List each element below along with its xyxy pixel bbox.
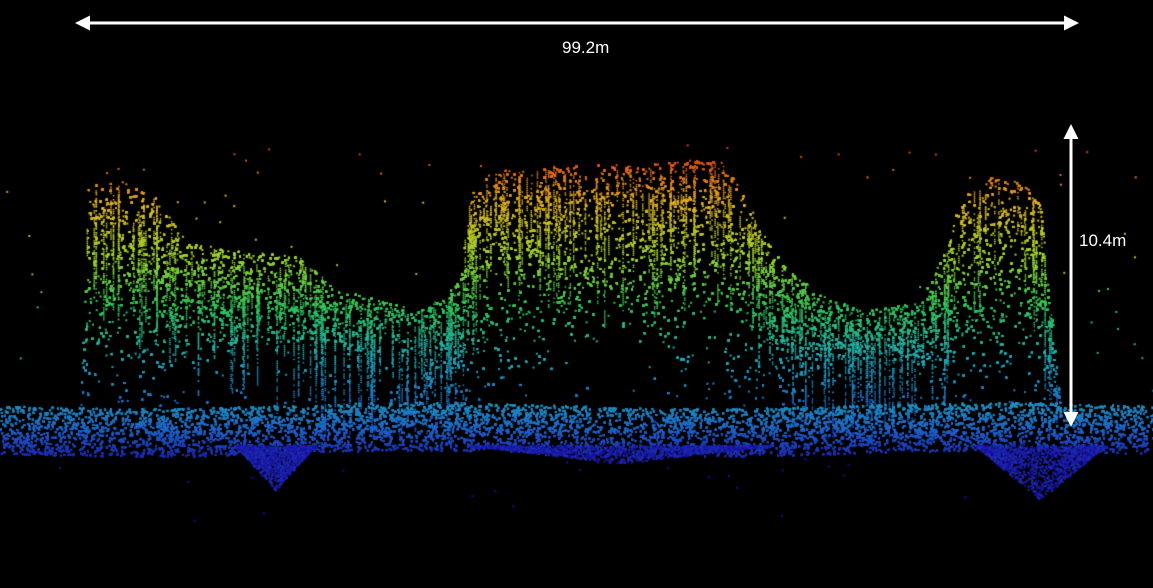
dimension-overlay <box>75 15 1079 427</box>
point-cloud-view: 99.2m 10.4m <box>0 0 1153 588</box>
height-measurement-label: 10.4m <box>1079 231 1127 250</box>
width-measurement-label: 99.2m <box>562 38 610 57</box>
